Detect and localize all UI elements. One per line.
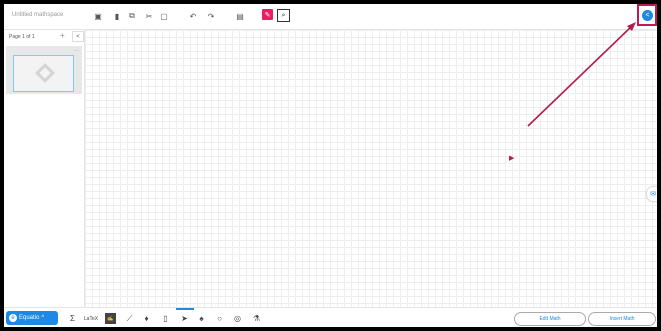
- active-tool-indicator: [176, 308, 194, 310]
- delete-icon[interactable]: ▮: [112, 11, 122, 21]
- latex-icon[interactable]: LaTeX: [81, 313, 101, 324]
- mouse-cursor-icon: ▶: [509, 155, 515, 162]
- equatio-label: Equatio: [19, 315, 40, 321]
- equatio-logo-icon: e: [9, 314, 17, 322]
- flask-icon[interactable]: ⚗: [251, 313, 262, 324]
- select-tool-icon[interactable]: ⌕: [277, 9, 290, 22]
- graph-icon[interactable]: ⟋: [124, 313, 135, 324]
- share-icon[interactable]: <: [642, 10, 653, 21]
- collapse-sidebar-button[interactable]: <: [72, 31, 84, 42]
- share-highlight: <: [637, 4, 657, 26]
- insert-math-button[interactable]: Insert Math: [588, 312, 656, 326]
- compass-icon[interactable]: ◎: [232, 313, 243, 324]
- bottom-toolbar: e Equatio ^ Σ LaTeX ✍ ⟋ ♦ ▯ ➤ ♠ ○ ◎ ⚗ Ed…: [4, 307, 657, 327]
- chevron-up-icon: ^: [41, 315, 45, 321]
- speech-input-icon[interactable]: ♦: [141, 313, 152, 324]
- undo-icon[interactable]: ↶: [188, 11, 198, 21]
- page-thumbnail-item[interactable]: ...: [6, 46, 82, 94]
- copy-icon[interactable]: ⧉: [127, 11, 137, 21]
- pointer-icon[interactable]: ➤: [179, 313, 190, 324]
- select-pen-icon[interactable]: ✎: [262, 9, 273, 20]
- pages-sidebar: Page 1 of 1 + < ...: [4, 30, 85, 307]
- document-title[interactable]: Untitled mathspace: [12, 12, 63, 18]
- equatio-menu-button[interactable]: e Equatio ^: [6, 311, 58, 325]
- cut-icon[interactable]: ✂: [144, 11, 154, 21]
- floating-helper-icon[interactable]: ✉: [647, 187, 657, 201]
- mobile-icon[interactable]: ▯: [160, 313, 171, 324]
- edit-math-button[interactable]: Edit Math: [514, 312, 586, 326]
- top-toolbar: Untitled mathspace ▣ ▮ ⧉ ✂ ▢ ↶ ↷ ▤ ✎ ⌕ <: [4, 4, 657, 30]
- add-page-button[interactable]: +: [60, 31, 65, 40]
- pen-icon[interactable]: ♠: [196, 313, 207, 324]
- save-icon[interactable]: ▣: [93, 11, 103, 21]
- handwriting-icon[interactable]: ✍: [105, 313, 116, 324]
- page-label: Page 1 of 1: [9, 34, 35, 40]
- redo-icon[interactable]: ↷: [206, 11, 216, 21]
- app-window: Untitled mathspace ▣ ▮ ⧉ ✂ ▢ ↶ ↷ ▤ ✎ ⌕ <…: [4, 4, 657, 327]
- shape-icon[interactable]: ○: [214, 313, 225, 324]
- format-icon[interactable]: ▤: [235, 11, 245, 21]
- thumbnail-shape-icon: [35, 63, 55, 83]
- paste-icon[interactable]: ▢: [159, 11, 169, 21]
- math-canvas[interactable]: ▶: [85, 30, 657, 307]
- page-thumbnail[interactable]: [13, 55, 74, 92]
- math-editor-icon[interactable]: Σ: [67, 313, 78, 324]
- thumbnail-menu-icon[interactable]: ...: [74, 47, 78, 53]
